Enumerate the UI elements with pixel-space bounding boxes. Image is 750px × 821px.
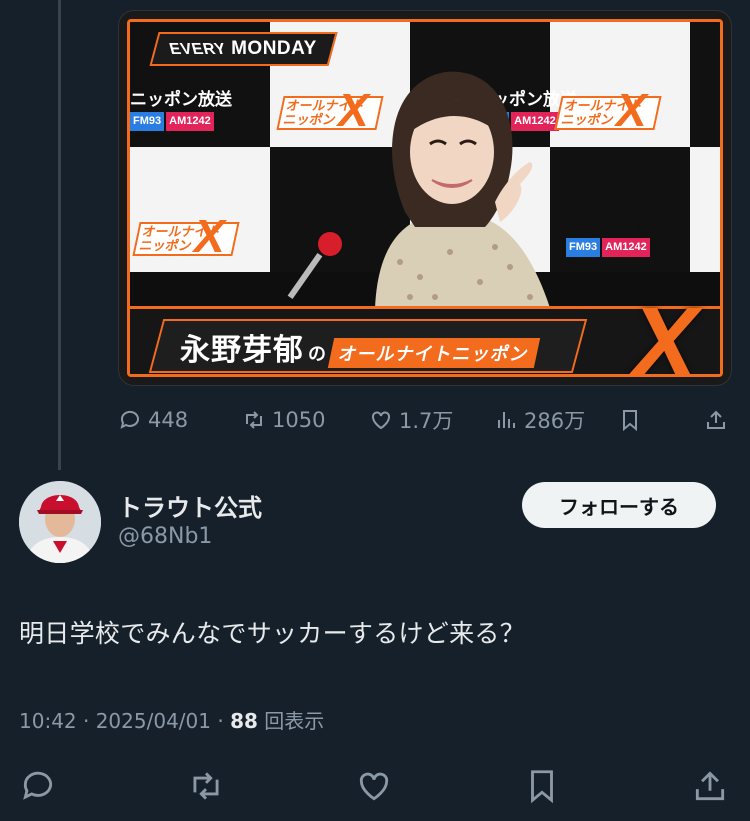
reply-icon bbox=[120, 410, 139, 429]
station-logo: ニッポン放送 FM93AM1242 bbox=[130, 90, 232, 131]
retweet-button[interactable]: 1050 bbox=[242, 408, 325, 432]
timestamp[interactable]: 10:42 · 2025/04/01 · bbox=[19, 709, 230, 733]
tweet-actions bbox=[19, 764, 729, 808]
show-logo: オールナイトニッポン X bbox=[132, 213, 240, 259]
like-button[interactable]: 1.7万 bbox=[369, 405, 453, 435]
avatar-image bbox=[19, 481, 101, 563]
bookmark-icon[interactable] bbox=[523, 767, 561, 805]
host-photo bbox=[375, 71, 550, 308]
thread-line bbox=[58, 0, 61, 470]
retweet-icon[interactable] bbox=[187, 767, 225, 805]
user-handle[interactable]: @68Nb1 bbox=[118, 524, 212, 549]
retweet-icon bbox=[246, 411, 262, 429]
show-x-logo: X bbox=[631, 287, 698, 377]
views-count: 286万 bbox=[524, 409, 586, 433]
avatar[interactable] bbox=[19, 481, 101, 563]
every-monday-badge: EVERY MONDAY bbox=[149, 32, 338, 66]
reply-icon[interactable] bbox=[19, 767, 57, 805]
title-text: 永野芽郁のオールナイトニッポン bbox=[180, 325, 541, 369]
like-count: 1.7万 bbox=[399, 409, 454, 433]
bookmark-icon bbox=[623, 410, 637, 432]
views-icon bbox=[498, 412, 515, 428]
media-frame: ニッポン放送 FM93AM1242 オールナイトニッポン X ニッポン放送 FM… bbox=[127, 19, 723, 377]
microphone bbox=[318, 232, 342, 256]
tweet-meta: 10:42 · 2025/04/01 · 88 回表示 bbox=[19, 705, 324, 734]
heart-icon[interactable] bbox=[355, 767, 393, 805]
reply-count: 448 bbox=[148, 408, 189, 432]
media-image[interactable]: ニッポン放送 FM93AM1242 オールナイトニッポン X ニッポン放送 FM… bbox=[118, 10, 732, 386]
display-name[interactable]: トラウト公式 bbox=[118, 488, 262, 523]
view-label: 回表示 bbox=[257, 709, 325, 733]
reply-button[interactable]: 448 bbox=[118, 408, 188, 432]
share-button[interactable] bbox=[704, 408, 728, 432]
show-logo: オールナイトニッポン X bbox=[554, 87, 662, 133]
follow-button[interactable]: フォローする bbox=[522, 482, 716, 528]
bookmark-button[interactable] bbox=[618, 408, 642, 432]
title-band: 永野芽郁のオールナイトニッポン X bbox=[130, 293, 720, 374]
tweet-text: 明日学校でみんなでサッカーするけど来る？ bbox=[19, 619, 526, 648]
heart-icon bbox=[372, 411, 390, 430]
quoted-actions: 448 1050 1.7万 286万 bbox=[118, 402, 730, 438]
views-button[interactable]: 286万 bbox=[494, 405, 585, 435]
share-icon bbox=[707, 410, 725, 429]
share-icon[interactable] bbox=[691, 767, 729, 805]
retweet-count: 1050 bbox=[272, 408, 326, 432]
station-logo: ニッポン放送 FM93AM1242 bbox=[566, 216, 668, 257]
view-count: 88 bbox=[230, 709, 258, 733]
